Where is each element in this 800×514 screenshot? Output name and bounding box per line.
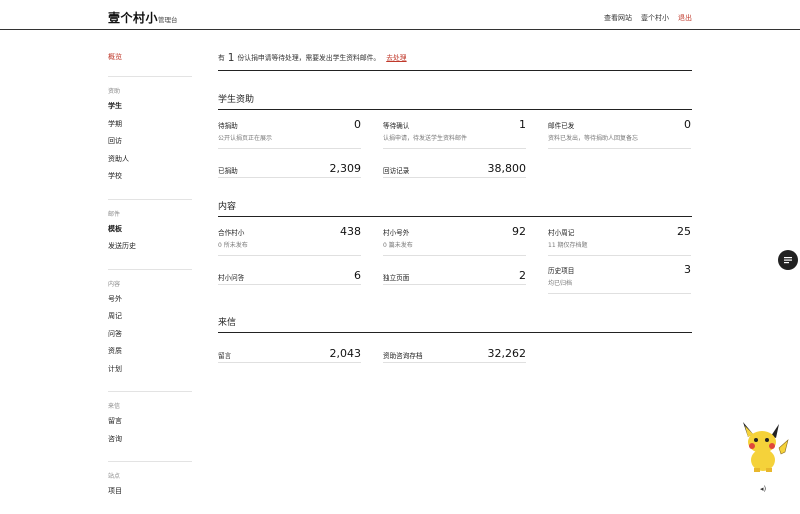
stat-label: 待捐助 — [218, 122, 238, 130]
sidebar-item-visits[interactable]: 回访 — [108, 136, 192, 154]
notice-action-link[interactable]: 去处理 — [386, 54, 406, 62]
notice-prefix: 有 — [218, 54, 225, 62]
sidebar-item-plans[interactable]: 计划 — [108, 364, 192, 382]
sidebar-item-overview[interactable]: 概览 — [108, 52, 192, 77]
logout-link[interactable]: 退出 — [678, 13, 692, 23]
section-content: 内容 合作村小 0 所未发布 438 村小号外 0 篇未发布 92 村小周记 1… — [218, 199, 692, 301]
stat-label: 村小周记 — [548, 229, 575, 237]
stat-label: 村小问答 — [218, 274, 245, 282]
stat-card[interactable]: 村小问答 6 — [218, 263, 361, 285]
stat-card[interactable]: 待捐助 公开认捐页正在展示 0 — [218, 118, 361, 149]
stat-value: 38,800 — [487, 162, 527, 175]
section-title: 来信 — [218, 315, 692, 333]
sidebar-item-inquiries[interactable]: 咨询 — [108, 434, 192, 452]
sidebar-item-extras[interactable]: 号外 — [108, 294, 192, 312]
nav-group-site: 站点 项目 — [108, 462, 192, 514]
stat-value: 92 — [512, 225, 526, 238]
nav-group-title: 内容 — [108, 280, 121, 288]
stat-desc: 认捐申请，待发送学生资料邮件 — [383, 135, 468, 142]
top-bar: 壹个村小 管理台 查看网站 壹个村小 退出 — [0, 0, 800, 30]
stat-value: 2,043 — [329, 347, 362, 360]
stat-card[interactable]: 村小号外 0 篇未发布 92 — [383, 225, 526, 256]
sidebar-item-templates[interactable]: 模板 — [108, 224, 192, 242]
stat-grid: 待捐助 公开认捐页正在展示 0 等待确认 认捐申请，待发送学生资料邮件 1 邮件… — [218, 118, 692, 185]
brand-title[interactable]: 壹个村小 — [108, 9, 158, 26]
stat-desc: 11 期仅存档题 — [548, 242, 588, 249]
nav-group-title: 邮件 — [108, 210, 121, 218]
stat-card[interactable]: 独立页面 2 — [383, 263, 526, 285]
audio-icon[interactable]: ◂) — [760, 485, 766, 493]
section-title: 学生资助 — [218, 92, 692, 110]
brand-subtitle: 管理台 — [158, 16, 178, 24]
stat-value: 6 — [354, 269, 361, 282]
stat-value: 2,309 — [329, 162, 362, 175]
nav-group-title: 来信 — [108, 403, 121, 410]
notice-count: 1 — [227, 52, 235, 64]
stat-card[interactable]: 邮件已发 资料已发出，等待捐助人回复备忘 0 — [548, 118, 691, 149]
nav-group-letters: 来信 留言 咨询 — [108, 392, 192, 462]
stat-value: 0 — [684, 118, 691, 131]
sidebar-item-students[interactable]: 学生 — [108, 101, 192, 119]
stat-card[interactable]: 资助咨询存档 32,262 — [383, 341, 526, 363]
floating-menu-button[interactable] — [778, 250, 798, 270]
stat-grid: 留言 2,043 资助咨询存档 32,262 — [218, 341, 692, 370]
stat-value: 438 — [340, 225, 361, 238]
nav-group-sponsorship: 资助 学生 学期 回访 资助人 学校 — [108, 77, 192, 200]
sidebar-item-credentials[interactable]: 资质 — [108, 346, 192, 364]
sidebar-item-schools[interactable]: 学校 — [108, 171, 192, 189]
sidebar-item-terms[interactable]: 学期 — [108, 119, 192, 137]
stat-value: 2 — [519, 269, 526, 282]
site-name-link[interactable]: 壹个村小 — [641, 13, 669, 23]
stat-desc: 0 篇未发布 — [383, 242, 413, 249]
stat-desc: 0 所未发布 — [218, 242, 248, 249]
view-site-link[interactable]: 查看网站 — [604, 13, 632, 23]
sidebar-item-send-history[interactable]: 发送历史 — [108, 241, 192, 259]
section-title: 内容 — [218, 199, 692, 217]
stat-value: 0 — [354, 118, 361, 131]
stat-label: 历史项目 — [548, 267, 575, 275]
stat-value: 32,262 — [487, 347, 527, 360]
stat-card[interactable]: 等待确认 认捐申请，待发送学生资料邮件 1 — [383, 118, 526, 149]
stat-value: 1 — [519, 118, 526, 131]
section-sponsorship: 学生资助 待捐助 公开认捐页正在展示 0 等待确认 认捐申请，待发送学生资料邮件… — [218, 92, 692, 185]
section-letters: 来信 留言 2,043 资助咨询存档 32,262 — [218, 315, 692, 370]
mascot-icon[interactable] — [735, 418, 790, 474]
stat-card[interactable]: 回访记录 38,800 — [383, 156, 526, 178]
stat-label: 村小号外 — [383, 229, 410, 237]
stat-card[interactable]: 留言 2,043 — [218, 341, 361, 363]
stat-label: 邮件已发 — [548, 122, 575, 130]
stat-desc: 公开认捐页正在展示 — [218, 135, 273, 142]
sidebar-item-qa[interactable]: 问答 — [108, 329, 192, 347]
stat-label: 独立页面 — [383, 274, 410, 282]
stat-value: 25 — [677, 225, 691, 238]
sidebar-item-messages[interactable]: 留言 — [108, 416, 192, 434]
nav-group-mail: 邮件 模板 发送历史 — [108, 200, 192, 270]
main-content: 有 1 份认捐申请等待处理，需要发出学生资料邮件。 去处理 学生资助 待捐助 公开认捐… — [218, 44, 692, 370]
stat-card[interactable]: 合作村小 0 所未发布 438 — [218, 225, 361, 256]
stat-card[interactable]: 村小周记 11 期仅存档题 25 — [548, 225, 691, 256]
sidebar: 概览 资助 学生 学期 回访 资助人 学校 邮件 模板 发送历史 内容 号外 周… — [108, 52, 192, 514]
nav-group-content: 内容 号外 周记 问答 资质 计划 — [108, 270, 192, 392]
pending-notice: 有 1 份认捐申请等待处理，需要发出学生资料邮件。 去处理 — [218, 44, 692, 71]
stat-value: 3 — [684, 263, 691, 276]
notice-text: 份认捐申请等待处理，需要发出学生资料邮件。 — [237, 54, 381, 62]
top-nav: 查看网站 壹个村小 退出 — [604, 13, 692, 23]
nav-group-title: 资助 — [108, 88, 121, 95]
stat-desc: 资料已发出，等待捐助人回复备忘 — [548, 135, 639, 142]
stat-card[interactable]: 已捐助 2,309 — [218, 156, 361, 178]
nav-group-title: 站点 — [108, 473, 121, 480]
stat-card[interactable]: 历史项目 均已归档 3 — [548, 263, 691, 294]
list-icon — [784, 257, 792, 264]
sidebar-item-sponsors[interactable]: 资助人 — [108, 154, 192, 172]
stat-label: 等待确认 — [383, 122, 410, 130]
stat-grid: 合作村小 0 所未发布 438 村小号外 0 篇未发布 92 村小周记 11 期… — [218, 225, 692, 301]
sidebar-item-weekly[interactable]: 周记 — [108, 311, 192, 329]
stat-desc: 均已归档 — [548, 280, 573, 287]
